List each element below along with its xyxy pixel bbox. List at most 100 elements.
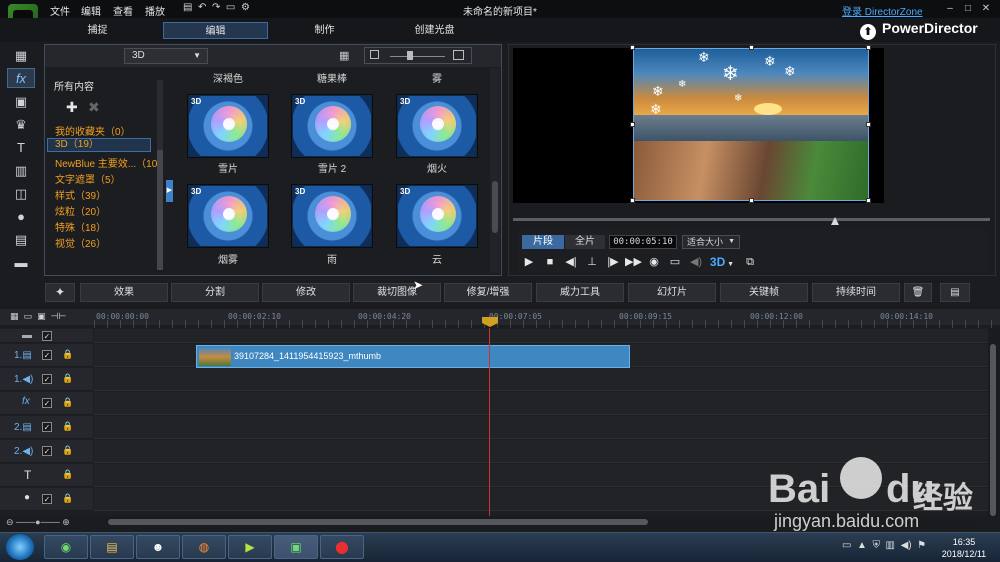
resize-handle[interactable]: [749, 45, 754, 50]
duration-button[interactable]: 持续时间: [812, 283, 900, 302]
start-button[interactable]: [6, 534, 34, 560]
qq-icon[interactable]: ☻: [136, 535, 180, 559]
track-enable-checkbox[interactable]: ✓: [42, 446, 52, 456]
timeline-zoom-slider[interactable]: ⊖ ───●─── ⊕: [6, 517, 94, 527]
magic-tools-icon[interactable]: ✦: [45, 283, 75, 302]
power-tools-button[interactable]: 威力工具: [536, 283, 624, 302]
next-frame-icon[interactable]: |▶: [605, 255, 621, 269]
close-icon[interactable]: ✕: [978, 3, 994, 15]
tab-edit[interactable]: 编辑: [163, 22, 268, 39]
category-newblue[interactable]: NewBlue 主要效...（10）: [55, 155, 167, 170]
tab-capture[interactable]: 捕捉: [45, 22, 150, 39]
resize-handle[interactable]: [749, 198, 754, 203]
lock-icon[interactable]: 🔒: [62, 445, 73, 456]
timeline-view-icon[interactable]: ▦: [10, 311, 19, 321]
lock-icon[interactable]: 🔒: [62, 493, 73, 504]
track-row[interactable]: [94, 392, 988, 415]
category-favorites[interactable]: 我的收藏夹（0）: [55, 123, 131, 138]
crop-image-button[interactable]: 裁切图像: [353, 283, 441, 302]
powerdirector-icon[interactable]: ▣: [274, 535, 318, 559]
collapse-panel-arrow[interactable]: ▶: [166, 180, 173, 202]
tab-produce[interactable]: 制作: [272, 22, 377, 39]
preview-seekbar[interactable]: [513, 218, 990, 221]
video-clip[interactable]: 39107284_1411954415923_mthumb: [196, 345, 630, 368]
track-enable-checkbox[interactable]: ✓: [42, 350, 52, 360]
track-enable-checkbox[interactable]: ✓: [42, 494, 52, 504]
trash-icon[interactable]: 🗑: [904, 283, 932, 302]
lock-icon[interactable]: 🔒: [62, 469, 73, 480]
chapter-room-icon[interactable]: ▤: [7, 230, 35, 250]
play-icon[interactable]: ▶: [521, 255, 537, 269]
track-row[interactable]: [94, 416, 988, 439]
audio-mix-icon[interactable]: ◫: [7, 184, 35, 204]
subtitle-room-icon[interactable]: ▬: [7, 253, 35, 273]
voice-over-icon[interactable]: ●: [7, 207, 35, 227]
library-scrollbar[interactable]: [490, 68, 500, 273]
category-visual[interactable]: 视觉（26）: [55, 235, 106, 250]
fix-enhance-button[interactable]: 修复/增强: [444, 283, 532, 302]
split-icon[interactable]: ⊥: [584, 255, 600, 269]
timeline-ruler[interactable]: [94, 320, 994, 328]
split-button[interactable]: 分割: [171, 283, 259, 302]
snapshot-icon[interactable]: ◉: [646, 255, 662, 269]
resize-handle[interactable]: [630, 122, 635, 127]
track-row[interactable]: [94, 329, 988, 343]
resize-handle[interactable]: [866, 122, 871, 127]
lock-icon[interactable]: 🔒: [62, 349, 73, 360]
login-link[interactable]: 登录 DirectorZone: [842, 3, 923, 18]
lock-icon[interactable]: 🔒: [62, 373, 73, 384]
particle-room-icon[interactable]: ♛: [7, 115, 35, 135]
fast-forward-icon[interactable]: ▶▶: [625, 255, 642, 269]
category-special[interactable]: 特殊（18）: [55, 219, 106, 234]
category-scrollbar[interactable]: [157, 80, 163, 270]
media-room-icon[interactable]: ▦: [7, 46, 35, 66]
video-app-icon[interactable]: ▶: [228, 535, 272, 559]
storyboard-view-icon[interactable]: ▭: [24, 311, 33, 321]
category-style[interactable]: 样式（39）: [55, 187, 106, 202]
category-text-mask[interactable]: 文字遮罩（5）: [55, 171, 121, 186]
effect-thumb-snowflake-2[interactable]: 3D: [292, 95, 372, 157]
effect-thumb-rain[interactable]: 3D: [292, 185, 372, 247]
thumb-size-slider[interactable]: [364, 47, 472, 64]
modify-button[interactable]: 修改: [262, 283, 350, 302]
effect-thumb-smoke[interactable]: 3D: [188, 185, 268, 247]
file-explorer-icon[interactable]: ▤: [90, 535, 134, 559]
volume-icon[interactable]: ◀): [688, 255, 704, 269]
effect-button[interactable]: 效果: [80, 283, 168, 302]
firefox-icon[interactable]: ◍: [182, 535, 226, 559]
track-enable-checkbox[interactable]: ✓: [42, 374, 52, 384]
stop-icon[interactable]: ■: [542, 255, 558, 269]
prev-frame-icon[interactable]: ◀|: [563, 255, 579, 269]
resize-handle[interactable]: [866, 45, 871, 50]
movie-mode-button[interactable]: 全片: [565, 235, 605, 249]
fit-timeline-icon[interactable]: ⊣⊢: [51, 311, 67, 321]
remove-favorite-icon[interactable]: ✖: [88, 99, 100, 116]
display-icon[interactable]: ▭: [667, 255, 683, 269]
upload-icon[interactable]: ⬆: [860, 24, 876, 40]
recorder-icon[interactable]: ⬤: [320, 535, 364, 559]
monitor-icon[interactable]: ▣: [37, 311, 46, 321]
timeline-vertical-scrollbar[interactable]: [988, 328, 998, 516]
fit-size-select[interactable]: 适合大小 ▼: [682, 235, 740, 249]
effect-thumb-cloud[interactable]: 3D: [397, 185, 477, 247]
tab-create-disc[interactable]: 创建光盘: [382, 22, 487, 39]
keyframe-button[interactable]: 关键帧: [720, 283, 808, 302]
category-3d[interactable]: 3D（19）: [47, 138, 151, 152]
grid-view-icon[interactable]: ▦: [339, 49, 353, 63]
pip-room-icon[interactable]: ▣: [7, 92, 35, 112]
resize-handle[interactable]: [630, 45, 635, 50]
title-room-icon[interactable]: T: [7, 138, 35, 158]
effect-thumb-snowflake[interactable]: 3D: [188, 95, 268, 157]
transition-room-icon[interactable]: ▥: [7, 161, 35, 181]
track-enable-checkbox[interactable]: ✓: [42, 331, 52, 341]
resize-handle[interactable]: [630, 198, 635, 203]
resize-handle[interactable]: [866, 198, 871, 203]
slideshow-button[interactable]: 幻灯片: [628, 283, 716, 302]
add-favorite-icon[interactable]: ✚: [66, 99, 78, 116]
lock-icon[interactable]: 🔒: [62, 397, 73, 408]
lock-icon[interactable]: 🔒: [62, 421, 73, 432]
preview-image[interactable]: ❄ ❄ ❄ ❄ ❄ ❄ ❄ ❄: [633, 48, 869, 201]
toggle-3d-button[interactable]: 3D ▼: [709, 255, 735, 269]
undock-icon[interactable]: ⧉: [742, 255, 758, 269]
timecode-field[interactable]: 00:00:05:10: [609, 235, 677, 249]
